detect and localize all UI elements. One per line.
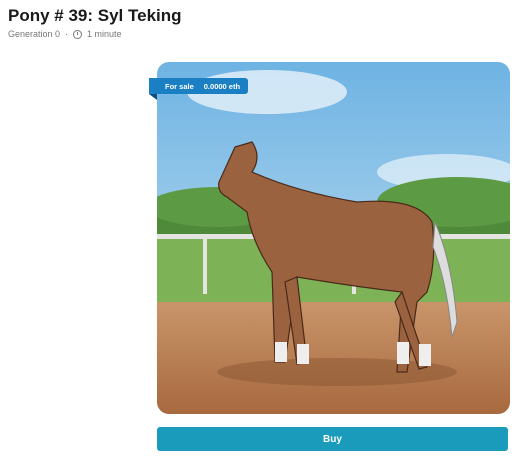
sale-price: 0.0000 eth xyxy=(203,81,241,91)
sale-status: For sale xyxy=(165,81,194,91)
pony-meta: Generation 0 · 1 minute xyxy=(8,29,122,39)
separator: · xyxy=(65,29,69,39)
badge-fold xyxy=(149,94,157,100)
age-label: 1 minute xyxy=(87,29,122,39)
page-title: Pony # 39: Syl Teking xyxy=(8,6,182,25)
generation-label: Generation 0 xyxy=(8,29,61,39)
buy-button[interactable]: Buy xyxy=(157,427,508,451)
pony-image xyxy=(157,62,510,414)
for-sale-badge: For sale 0.0000 eth xyxy=(149,78,249,94)
clock-icon xyxy=(73,29,83,39)
